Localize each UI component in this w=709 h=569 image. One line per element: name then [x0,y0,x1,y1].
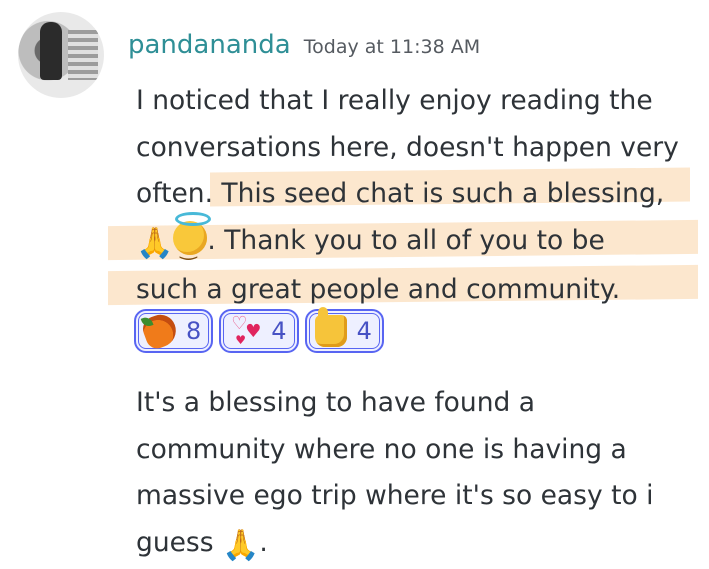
avatar[interactable] [18,12,104,98]
message-line: I noticed that I really enjoy reading th… [136,78,679,125]
message-line: It's a blessing to have found a [136,380,653,427]
reaction-count: 8 [186,317,201,345]
folded-hands-icon[interactable]: 🙏 [136,221,173,268]
message-text: conversations here, doesn't happen very [136,132,679,163]
message-text: often [136,178,205,209]
message-header: pandananda Today at 11:38 AM [128,30,480,60]
reactions-bar: 8 ♡♥♥ 4 4 [134,309,384,353]
revolving-hearts-icon: ♡♥♥ [229,315,261,347]
message-line: often. This seed chat is such a blessing… [136,171,679,218]
message-line: such a great people and community. [136,267,679,314]
reaction-count: 4 [271,317,286,345]
username[interactable]: pandananda [128,30,291,60]
avatar-figure [40,22,62,80]
reaction-mango[interactable]: 8 [134,309,213,353]
message-body-2: It's a blessing to have found a communit… [136,380,653,569]
message-body-1: I noticed that I really enjoy reading th… [136,78,679,314]
avatar-bookshelf [68,30,98,80]
reaction-revolving-hearts[interactable]: ♡♥♥ 4 [219,309,298,353]
timestamp[interactable]: Today at 11:38 AM [304,36,480,58]
smiling-face-with-halo-icon[interactable] [173,221,207,255]
message-line: conversations here, doesn't happen very [136,125,679,172]
reaction-thumbs-up[interactable]: 4 [305,309,384,353]
thumbs-up-icon [315,315,347,347]
message-text: guess [136,527,214,558]
mango-icon [139,310,180,351]
reaction-count: 4 [357,317,372,345]
message-text-highlighted: . This seed chat is such a blessing, [205,178,665,209]
folded-hands-icon[interactable]: 🙏 [222,523,259,569]
message-text-highlighted: . Thank you to all of you to be [207,225,604,256]
message-text-highlighted: such a great people and community. [136,274,620,305]
message-line: community where no one is having a [136,427,653,474]
message-line: massive ego trip where it's so easy to i [136,473,653,520]
message-text: . [259,527,267,558]
message-line: guess 🙏. [136,520,653,569]
message-line: 🙏 . Thank you to all of you to be [136,218,679,268]
